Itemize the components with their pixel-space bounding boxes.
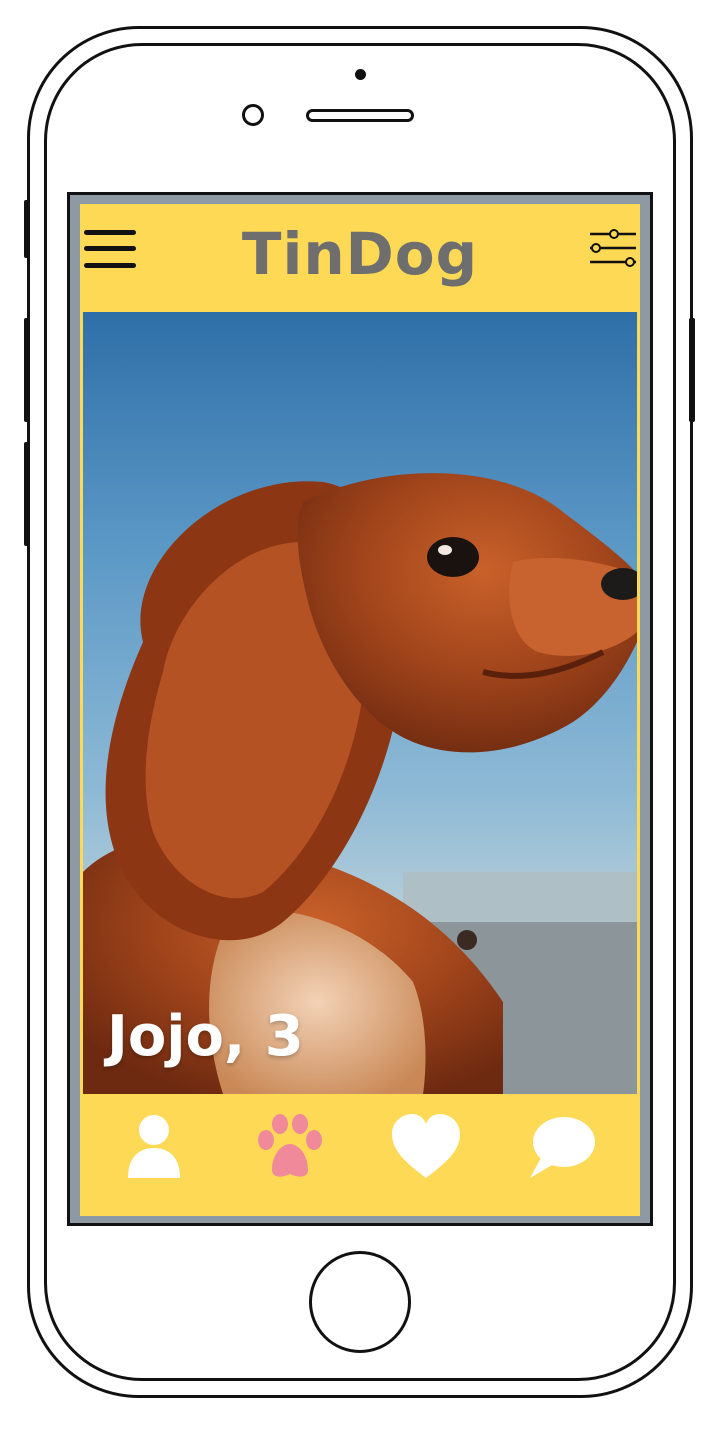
nav-paw-icon[interactable]: [252, 1112, 328, 1182]
dog-illustration: [83, 473, 637, 1094]
front-camera: [355, 69, 366, 80]
nav-heart-icon[interactable]: [388, 1112, 464, 1182]
top-bar: TinDog: [80, 204, 640, 312]
bottom-nav: [80, 1094, 640, 1216]
silent-switch: [24, 200, 30, 258]
proximity-sensor: [242, 104, 264, 126]
sliders-filter-icon[interactable]: [588, 226, 638, 270]
power-button: [689, 318, 695, 422]
volume-down-button: [24, 442, 30, 546]
nav-chat-bubble-icon[interactable]: [524, 1112, 600, 1182]
app-screen: TinDog Jojo, 3: [80, 204, 640, 1216]
dog-photo[interactable]: Jojo, 3: [83, 312, 637, 1094]
nav-profile-user-icon[interactable]: [116, 1112, 192, 1182]
earpiece-speaker: [306, 109, 414, 122]
profile-name-age: Jojo, 3: [107, 1004, 304, 1069]
volume-up-button: [24, 318, 30, 422]
home-button[interactable]: [309, 1251, 411, 1353]
app-title: TinDog: [241, 220, 479, 288]
